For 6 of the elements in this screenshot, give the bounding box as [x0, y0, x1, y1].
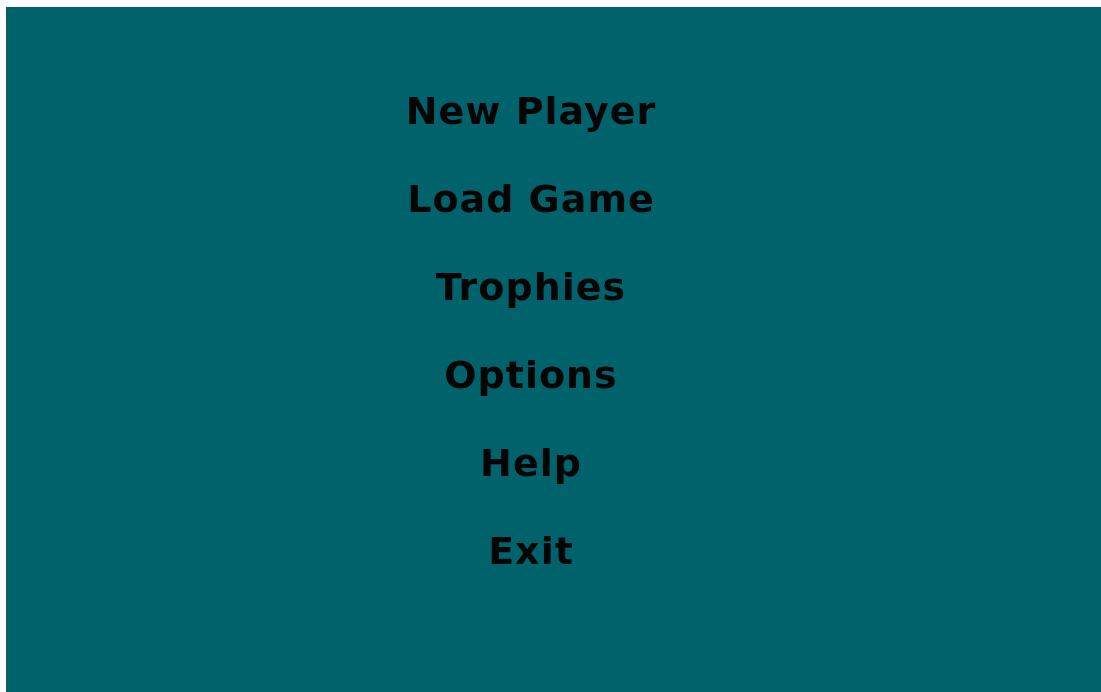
menu-item[interactable]: New Player — [405, 87, 657, 135]
menu-item[interactable]: Trophies — [435, 263, 627, 311]
menu-item[interactable]: Options — [444, 351, 618, 399]
menu-item[interactable]: Help — [480, 439, 582, 487]
menu-item[interactable]: Load Game — [407, 175, 655, 223]
menu-item[interactable]: Exit — [488, 527, 574, 575]
